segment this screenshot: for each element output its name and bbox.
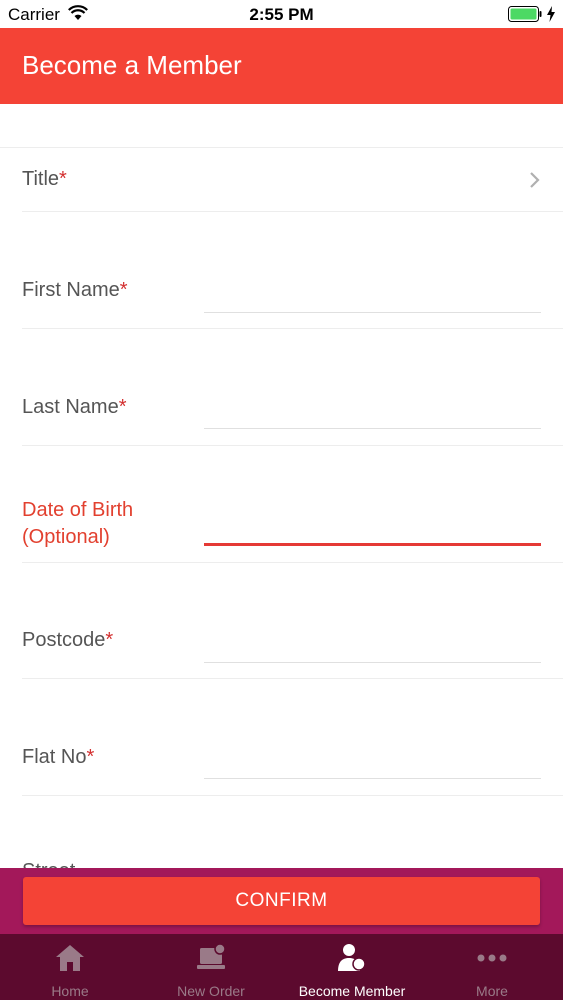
confirm-button[interactable]: CONFIRM — [23, 877, 540, 925]
divider — [22, 445, 563, 446]
tab-home[interactable]: Home — [0, 934, 140, 1000]
tab-become-member-label: Become Member — [298, 983, 406, 999]
tab-new-order[interactable]: New Order — [141, 934, 281, 1000]
member-icon — [338, 944, 366, 971]
battery-icon — [508, 6, 542, 22]
page-title: Become a Member — [22, 50, 242, 80]
divider — [22, 328, 563, 329]
date-of-birth-label: Date of Birth (Optional) — [22, 499, 134, 548]
required-marker: * — [118, 396, 127, 418]
required-marker: * — [86, 746, 95, 768]
tab-more[interactable]: More — [422, 934, 562, 1000]
charging-bolt-icon — [547, 6, 555, 22]
app-header: Become a Member — [0, 28, 563, 104]
divider — [22, 795, 563, 796]
first-name-label: First Name* — [22, 279, 128, 301]
divider — [0, 147, 563, 148]
tab-become-member[interactable]: Become Member — [282, 934, 422, 1000]
status-time: 2:55 PM — [249, 5, 314, 24]
home-icon — [56, 945, 84, 971]
divider — [22, 678, 563, 679]
required-marker: * — [105, 629, 114, 651]
tab-more-label: More — [476, 983, 508, 999]
status-bar: Carrier 2:55 PM — [0, 0, 563, 28]
laptop-icon — [197, 943, 226, 969]
chevron-right-icon — [530, 172, 540, 188]
tab-bar: Home New Order Become Member More — [0, 934, 563, 1000]
date-of-birth-field[interactable] — [204, 543, 541, 546]
first-name-field[interactable] — [204, 312, 541, 313]
postcode-field[interactable] — [204, 662, 541, 663]
last-name-field[interactable] — [204, 428, 541, 429]
member-form: Title* First Name* Last Name* Date of Bi… — [0, 104, 563, 868]
confirm-bar: CONFIRM — [0, 868, 563, 934]
street-label: Street — [22, 860, 75, 868]
required-marker: * — [119, 279, 128, 301]
more-icon — [477, 954, 507, 962]
last-name-label: Last Name* — [22, 396, 127, 418]
title-label: Title* — [22, 168, 67, 190]
divider — [22, 562, 563, 563]
flat-no-label: Flat No* — [22, 746, 95, 768]
tab-home-label: Home — [51, 983, 89, 999]
required-marker: * — [59, 168, 67, 190]
tab-new-order-label: New Order — [177, 983, 245, 999]
postcode-label: Postcode* — [22, 629, 114, 651]
divider — [22, 211, 563, 212]
flat-no-field[interactable] — [204, 778, 541, 779]
